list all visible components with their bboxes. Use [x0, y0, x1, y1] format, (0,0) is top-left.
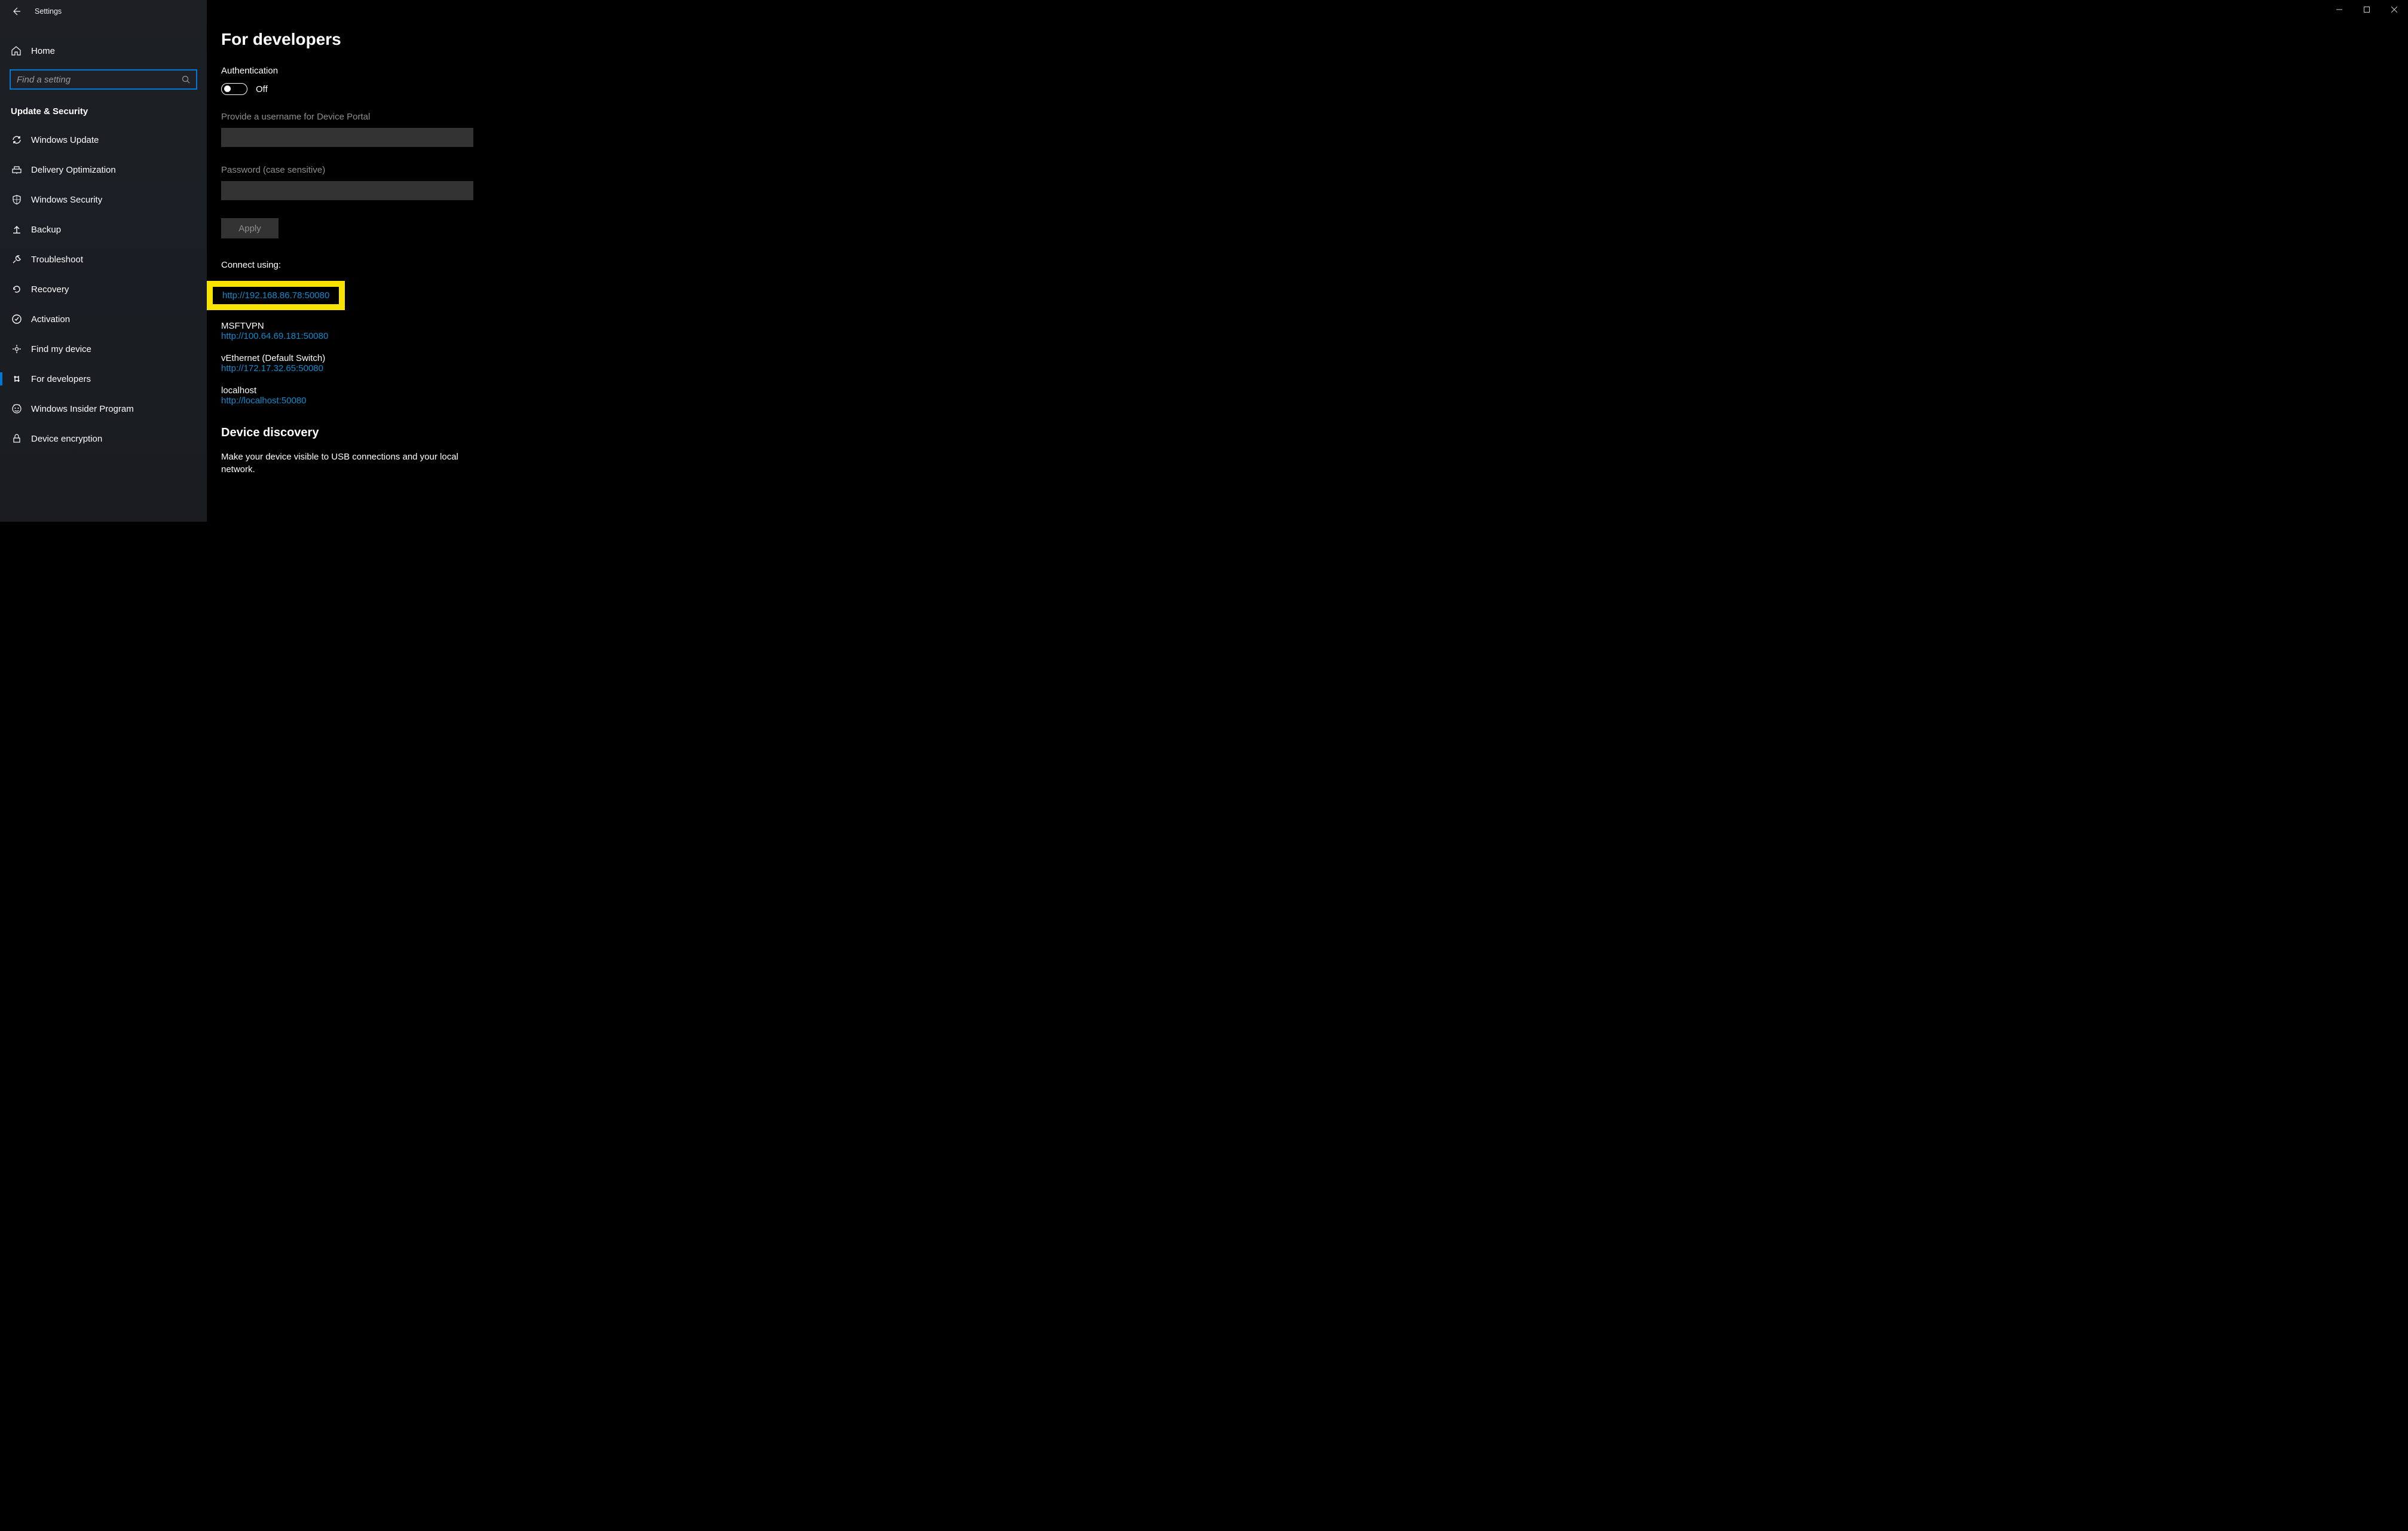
- back-button[interactable]: [11, 6, 22, 17]
- settings-sidebar: Settings Home Update & Security Windows …: [0, 0, 207, 522]
- toggle-knob: [224, 85, 231, 92]
- findmydevice-icon: [11, 343, 23, 355]
- shield-icon: [11, 194, 23, 206]
- device-discovery-text: Make your device visible to USB connecti…: [221, 451, 472, 476]
- search-box[interactable]: [10, 69, 197, 90]
- troubleshoot-icon: [11, 253, 23, 265]
- username-label: Provide a username for Device Portal: [221, 112, 820, 122]
- sidebar-item-findmydevice[interactable]: Find my device: [0, 334, 207, 364]
- connect-url[interactable]: http://192.168.86.78:50080: [222, 290, 329, 301]
- username-input[interactable]: [221, 128, 473, 147]
- minimize-button[interactable]: [2326, 0, 2353, 19]
- connect-highlight: http://192.168.86.78:50080: [207, 281, 345, 310]
- sidebar-item-recovery[interactable]: Recovery: [0, 274, 207, 304]
- auth-toggle[interactable]: [221, 83, 247, 95]
- maximize-button[interactable]: [2353, 0, 2381, 19]
- connect-entry: localhosthttp://localhost:50080: [221, 385, 820, 406]
- sidebar-item-activation[interactable]: Activation: [0, 304, 207, 334]
- sidebar-item-troubleshoot[interactable]: Troubleshoot: [0, 244, 207, 274]
- connect-heading: Connect using:: [221, 260, 820, 270]
- sidebar-item-insider[interactable]: Windows Insider Program: [0, 394, 207, 424]
- sidebar-item-label: Find my device: [31, 344, 91, 354]
- apply-button[interactable]: Apply: [221, 218, 279, 238]
- sidebar-item-label: Troubleshoot: [31, 255, 83, 265]
- connect-label: MSFTVPN: [221, 321, 820, 331]
- page-title: For developers: [221, 30, 820, 49]
- developers-icon: [11, 373, 23, 385]
- window-controls: [2326, 0, 2408, 19]
- sidebar-item-label: Delivery Optimization: [31, 165, 116, 175]
- connect-list: http://192.168.86.78:50080MSFTVPNhttp://…: [221, 281, 820, 406]
- sidebar-item-label: Windows Update: [31, 135, 99, 145]
- app-title: Settings: [35, 7, 62, 16]
- backup-icon: [11, 223, 23, 235]
- close-button[interactable]: [2381, 0, 2408, 19]
- settings-window: Settings Home Update & Security Windows …: [0, 0, 820, 522]
- sync-icon: [11, 134, 23, 146]
- connect-label: localhost: [221, 385, 820, 396]
- sidebar-home[interactable]: Home: [0, 38, 207, 63]
- sidebar-item-shield[interactable]: Windows Security: [0, 185, 207, 215]
- device-discovery-heading: Device discovery: [221, 426, 820, 440]
- encryption-icon: [11, 433, 23, 445]
- sidebar-item-label: Windows Security: [31, 195, 102, 205]
- sidebar-item-sync[interactable]: Windows Update: [0, 125, 207, 155]
- sidebar-item-encryption[interactable]: Device encryption: [0, 424, 207, 454]
- password-input[interactable]: [221, 181, 473, 200]
- insider-icon: [11, 403, 23, 415]
- connect-url[interactable]: http://172.17.32.65:50080: [221, 363, 820, 373]
- nav-list: Windows Update Delivery Optimization Windo…: [0, 125, 207, 454]
- settings-main: For developers Authentication Off Provid…: [207, 0, 820, 522]
- sidebar-item-backup[interactable]: Backup: [0, 215, 207, 244]
- sidebar-item-label: Windows Insider Program: [31, 404, 134, 414]
- sidebar-item-label: Activation: [31, 314, 70, 324]
- activation-icon: [11, 313, 23, 325]
- sidebar-item-label: For developers: [31, 374, 91, 384]
- home-icon: [11, 45, 23, 56]
- home-label: Home: [31, 46, 55, 56]
- search-icon: [182, 75, 190, 84]
- titlebar: Settings: [0, 0, 207, 23]
- sidebar-item-developers[interactable]: For developers: [0, 364, 207, 394]
- auth-heading: Authentication: [221, 66, 820, 76]
- recovery-icon: [11, 283, 23, 295]
- sidebar-item-label: Backup: [31, 225, 61, 235]
- password-label: Password (case sensitive): [221, 165, 820, 175]
- auth-toggle-label: Off: [256, 84, 268, 94]
- connect-entry: MSFTVPNhttp://100.64.69.181:50080: [221, 321, 820, 341]
- category-heading: Update & Security: [11, 106, 196, 117]
- connect-url[interactable]: http://localhost:50080: [221, 396, 820, 406]
- delivery-icon: [11, 164, 23, 176]
- sidebar-item-delivery[interactable]: Delivery Optimization: [0, 155, 207, 185]
- sidebar-item-label: Recovery: [31, 284, 69, 295]
- connect-url[interactable]: http://100.64.69.181:50080: [221, 331, 820, 341]
- auth-toggle-row: Off: [221, 83, 820, 95]
- sidebar-item-label: Device encryption: [31, 434, 102, 444]
- connect-label: vEthernet (Default Switch): [221, 353, 820, 363]
- connect-entry: vEthernet (Default Switch)http://172.17.…: [221, 353, 820, 373]
- search-input[interactable]: [17, 75, 182, 85]
